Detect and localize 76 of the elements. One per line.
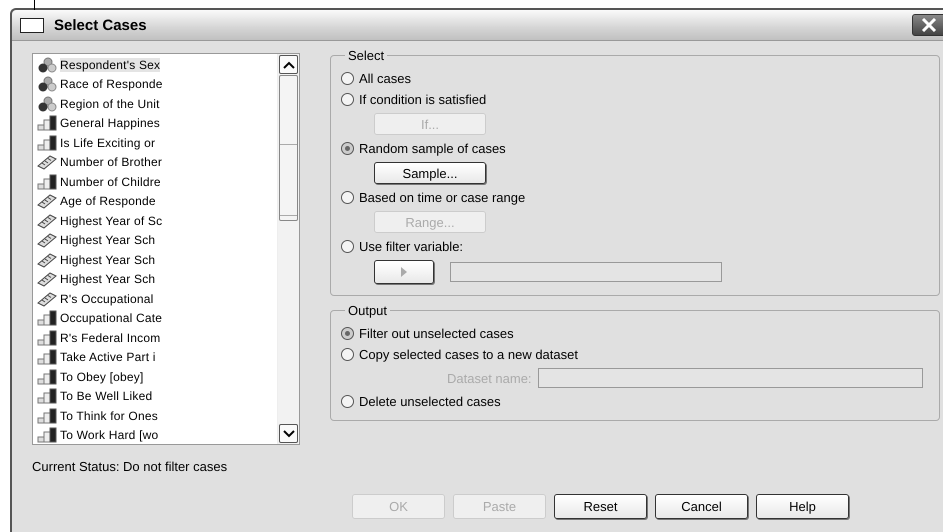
ordinal-variable-icon	[37, 408, 57, 424]
option-label: Random sample of cases	[359, 141, 506, 156]
variable-item[interactable]: To Think for Ones	[35, 406, 159, 426]
window-title: Select Cases	[54, 16, 148, 34]
window-icon	[20, 18, 44, 32]
chevron-down-icon	[282, 430, 294, 438]
radio-button[interactable]	[341, 142, 354, 155]
play-arrow-icon	[399, 266, 409, 278]
variable-item[interactable]: Race of Responde	[35, 74, 164, 94]
radio-button[interactable]	[341, 348, 354, 361]
dialog-button[interactable]: Cancel	[655, 494, 748, 519]
variable-item[interactable]: Highest Year Sch	[35, 270, 156, 289]
variable-item[interactable]: To Work Hard [wo	[35, 426, 160, 444]
radio-button[interactable]	[341, 327, 354, 340]
radio-button[interactable]	[341, 395, 354, 408]
ordinal-variable-icon	[37, 310, 57, 326]
variable-item[interactable]: Highest Year of Sc	[35, 211, 164, 230]
ruler-icon	[37, 271, 57, 288]
option-label: Delete unselected cases	[359, 394, 501, 409]
option-button[interactable]: Sample...	[374, 162, 486, 184]
chevron-up-icon	[282, 60, 294, 68]
variable-item[interactable]: Region of the Unit	[35, 94, 161, 114]
ruler-icon	[37, 290, 57, 307]
close-button[interactable]	[912, 14, 943, 36]
ordinal-variable-icon	[37, 115, 57, 132]
scroll-thumb[interactable]	[279, 75, 298, 221]
variable-item[interactable]: R's Federal Incom	[35, 328, 162, 348]
option-label: All cases	[359, 71, 412, 86]
ruler-icon	[37, 212, 57, 229]
ruler-icon	[37, 193, 57, 210]
close-icon	[921, 18, 937, 32]
ruler-icon	[37, 252, 57, 268]
scroll-up-button[interactable]	[279, 55, 298, 74]
variable-item[interactable]: Occupational Cate	[35, 308, 164, 328]
ruler-icon	[37, 154, 57, 170]
option-label: Filter out unselected cases	[359, 326, 514, 341]
scrollbar[interactable]	[277, 54, 299, 444]
status-text: Current Status: Do not filter cases	[32, 459, 228, 474]
variable-item[interactable]: Age of Responde	[35, 192, 157, 211]
ordinal-variable-icon	[37, 368, 57, 385]
move-button[interactable]	[374, 260, 434, 284]
dataset-name-field[interactable]	[538, 368, 923, 388]
nominal-variable-icon	[37, 76, 57, 92]
ordinal-variable-icon	[37, 388, 57, 404]
variable-item[interactable]: To Obey [obey]	[35, 367, 145, 386]
dialog-button[interactable]: Help	[756, 494, 849, 519]
ordinal-variable-icon	[37, 174, 57, 190]
filter-variable-field[interactable]	[450, 262, 722, 282]
radio-button[interactable]	[341, 240, 354, 253]
radio-button[interactable]	[341, 72, 354, 85]
nominal-variable-icon	[37, 56, 57, 73]
ordinal-variable-icon	[37, 427, 57, 444]
variable-item[interactable]: Highest Year Sch	[35, 250, 156, 270]
ordinal-variable-icon	[37, 349, 57, 366]
dialog-button[interactable]: Reset	[554, 494, 647, 519]
variable-item[interactable]: Highest Year Sch	[35, 230, 156, 250]
variable-item[interactable]: General Happines	[35, 114, 161, 133]
option-label: If condition is satisfied	[359, 92, 486, 107]
variable-item[interactable]: Is Life Exciting or	[35, 133, 156, 152]
option-label: Use filter variable:	[359, 239, 464, 254]
scroll-down-button[interactable]	[279, 424, 298, 443]
option-label: Based on time or case range	[359, 190, 526, 205]
option-label: Copy selected cases to a new dataset	[359, 347, 578, 362]
variable-item[interactable]: Number of Brother	[35, 152, 164, 172]
variable-item[interactable]: Number of Childre	[35, 172, 162, 192]
nominal-variable-icon	[37, 96, 57, 112]
variable-item[interactable]: To Be Well Liked	[35, 386, 154, 406]
variable-item[interactable]: Take Active Part i	[35, 348, 157, 367]
radio-button[interactable]	[341, 93, 354, 106]
group-title: Select	[345, 48, 388, 63]
radio-button[interactable]	[341, 191, 354, 204]
group-title: Output	[345, 303, 390, 318]
variable-item[interactable]: R's Occupational	[35, 289, 155, 308]
ordinal-variable-icon	[37, 330, 57, 346]
ruler-icon	[37, 232, 57, 248]
ordinal-variable-icon	[37, 134, 57, 151]
